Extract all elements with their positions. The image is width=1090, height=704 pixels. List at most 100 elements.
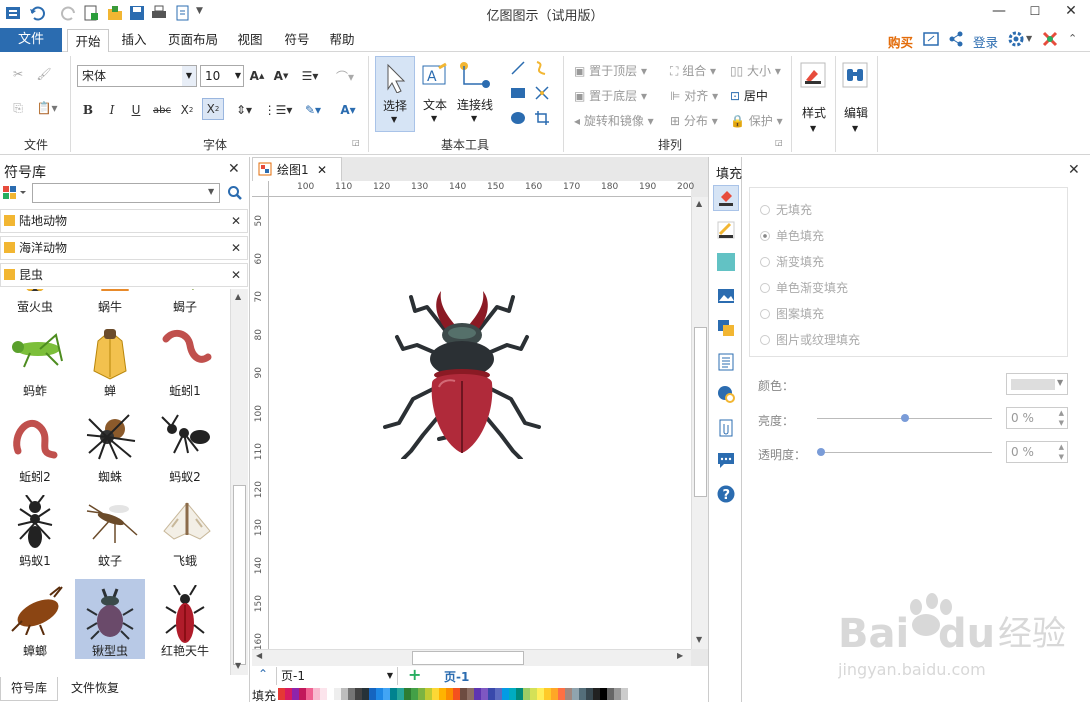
horizontal-scrollbar[interactable]: ◀ ▶ (252, 649, 691, 666)
scroll-right-icon[interactable]: ▶ (677, 651, 683, 660)
crop-tool-icon[interactable] (534, 110, 550, 126)
italic-icon[interactable]: I (104, 100, 120, 120)
palette-swatch[interactable] (299, 688, 306, 700)
layers-icon[interactable] (717, 319, 735, 337)
add-page-icon[interactable]: + (408, 665, 421, 684)
copy-icon[interactable]: ⎘ (8, 98, 28, 118)
buy-link[interactable]: 购买 (888, 32, 913, 51)
palette-swatch[interactable] (614, 688, 621, 700)
tab-insert[interactable]: 插入 (114, 28, 154, 52)
minimize-button[interactable]: — (982, 0, 1016, 24)
palette-swatch[interactable] (495, 688, 502, 700)
line-tool-icon[interactable] (510, 60, 526, 76)
palette-swatches[interactable] (278, 688, 628, 700)
palette-swatch[interactable] (453, 688, 460, 700)
symbol-snail[interactable]: 蜗牛 (75, 289, 145, 315)
document-tab[interactable]: 绘图1 ✕ (252, 157, 342, 181)
tab-file[interactable]: 文件 (0, 28, 62, 52)
transparency-input[interactable]: 0 % ▲ ▼ (1006, 441, 1068, 463)
transparency-slider[interactable] (817, 448, 992, 456)
symbol-mosquito[interactable]: 蚊子 (75, 489, 145, 569)
image-icon[interactable] (717, 287, 735, 305)
close-category-icon[interactable]: ✕ (231, 237, 241, 259)
ellipse-tool-icon[interactable] (510, 110, 526, 126)
palette-swatch[interactable] (579, 688, 586, 700)
symbol-red-longhorn-beetle[interactable]: 红艳天牛 (150, 579, 220, 659)
palette-swatch[interactable] (285, 688, 292, 700)
palette-swatch[interactable] (530, 688, 537, 700)
tab-view[interactable]: 视图 (230, 28, 270, 52)
close-document-icon[interactable]: ✕ (317, 158, 327, 182)
line-style-icon[interactable] (717, 221, 735, 239)
palette-swatch[interactable] (516, 688, 523, 700)
library-scroll-thumb[interactable] (233, 485, 246, 665)
palette-swatch[interactable] (565, 688, 572, 700)
symbol-spider[interactable]: 蜘蛛 (75, 405, 145, 485)
center-button[interactable]: ⊡ 居中 (730, 87, 768, 104)
search-dropdown-icon[interactable]: ▼ (208, 187, 214, 196)
tab-help[interactable]: 帮助 (322, 28, 362, 52)
superscript-icon[interactable]: X2 (202, 98, 224, 120)
drawing-page[interactable] (269, 197, 691, 649)
bullets-icon[interactable]: ⋮☰▾ (264, 100, 293, 120)
format-painter-icon[interactable]: 🖌 (34, 64, 54, 84)
search-icon[interactable] (227, 185, 243, 201)
tab-page-layout[interactable]: 页面布局 (162, 28, 224, 52)
radio-solid-gradient-fill[interactable]: 单色渐变填充 (760, 279, 848, 296)
size-button[interactable]: ▯▯ 大小 ▾ (730, 62, 781, 79)
page-expand-icon[interactable]: ⌃ (258, 667, 268, 681)
palette-swatch[interactable] (404, 688, 411, 700)
page-select[interactable]: 页-1 ▼ (276, 667, 398, 685)
close-library-icon[interactable]: ✕ (228, 161, 240, 177)
font-name-select[interactable]: 宋体 ▼ (77, 65, 197, 87)
tab-file-recovery[interactable]: 文件恢复 (62, 677, 128, 701)
palette-swatch[interactable] (383, 688, 390, 700)
palette-swatch[interactable] (278, 688, 285, 700)
palette-swatch[interactable] (460, 688, 467, 700)
palette-swatch[interactable] (439, 688, 446, 700)
text-align-icon[interactable]: ☰▾ (296, 66, 324, 86)
style-button[interactable]: 样式 ▼ (796, 56, 832, 146)
rotate-mirror-button[interactable]: ◂ 旋转和镜像 ▾ (574, 112, 654, 129)
bold-icon[interactable]: B (80, 100, 96, 120)
symbol-ant1[interactable]: 蚂蚁1 (0, 489, 70, 569)
palette-swatch[interactable] (481, 688, 488, 700)
stag-beetle-shape[interactable] (377, 287, 547, 459)
palette-swatch[interactable] (425, 688, 432, 700)
palette-swatch[interactable] (397, 688, 404, 700)
symbol-cockroach[interactable]: 蟑螂 (0, 579, 70, 659)
bring-to-top-button[interactable]: ▣ 置于顶层 ▾ (574, 62, 647, 79)
vertical-scrollbar[interactable]: ▲ ▼ (691, 197, 708, 649)
palette-swatch[interactable] (327, 688, 334, 700)
collapse-ribbon-icon[interactable]: ⌃ (1068, 32, 1077, 45)
radio-picture-texture-fill[interactable]: 图片或纹理填充 (760, 331, 860, 348)
scroll-down-icon[interactable]: ▼ (696, 635, 702, 644)
close-category-icon[interactable]: ✕ (231, 210, 241, 232)
brightness-input[interactable]: 0 % ▲ ▼ (1006, 407, 1068, 429)
tab-symbol[interactable]: 符号 (277, 28, 317, 52)
palette-swatch[interactable] (362, 688, 369, 700)
palette-swatch[interactable] (544, 688, 551, 700)
fill-panel-button[interactable] (713, 185, 739, 211)
attachment-icon[interactable] (717, 419, 735, 437)
settings-dropdown-icon[interactable]: ▼ (1026, 34, 1032, 43)
font-dialog-launcher-icon[interactable]: ◲ (352, 138, 360, 147)
palette-swatch[interactable] (467, 688, 474, 700)
palette-swatch[interactable] (320, 688, 327, 700)
page-properties-icon[interactable] (717, 353, 735, 371)
palette-swatch[interactable] (488, 688, 495, 700)
highlight-icon[interactable]: ✎▾ (298, 100, 328, 120)
send-to-bottom-button[interactable]: ▣ 置于底层 ▾ (574, 87, 647, 104)
palette-swatch[interactable] (446, 688, 453, 700)
symbol-stag-beetle[interactable]: 锹型虫 (75, 579, 145, 659)
palette-swatch[interactable] (334, 688, 341, 700)
symbol-scorpion[interactable]: 蝎子 (150, 289, 220, 315)
palette-swatch[interactable] (523, 688, 530, 700)
radio-gradient-fill[interactable]: 渐变填充 (760, 253, 824, 270)
text-path-icon[interactable]: ⌒▾ (330, 66, 360, 86)
distribute-button[interactable]: ⊞ 分布 ▾ (670, 112, 718, 129)
settings-gear-icon[interactable] (1008, 31, 1024, 47)
line-spacing-icon[interactable]: ⇕▾ (230, 100, 258, 120)
scroll-up-icon[interactable]: ▲ (235, 292, 241, 301)
symbol-firefly[interactable]: 萤火虫 (0, 289, 70, 315)
